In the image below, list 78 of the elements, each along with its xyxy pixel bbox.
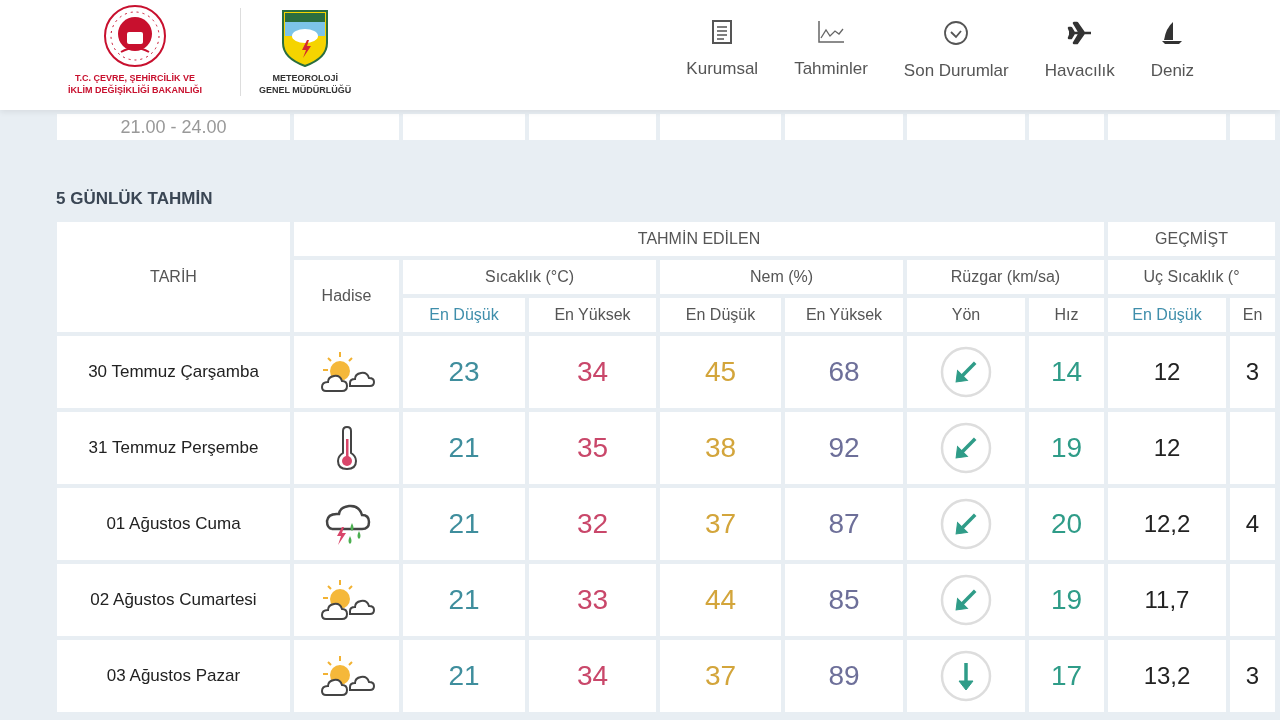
group-header: Rüzgar (km/sa) [950,267,1061,285]
wind-speed-value: 20 [1050,507,1083,539]
table-cell: 3 [1245,357,1260,385]
table-cell: 13,2 [1143,661,1191,689]
group-header: GEÇMİŞT [1155,229,1228,247]
column-header: En Düşük [1132,305,1202,323]
table-cell: 45 [704,355,737,387]
shield-logo-icon [280,8,331,68]
nav-link[interactable]: Tahminler [794,0,868,84]
table-cell: 34 [576,355,609,387]
wind-direction-icon [940,421,992,474]
table-cell: 44 [704,583,737,615]
nav-link[interactable]: Kurumsal [686,0,759,84]
table-cell: 33 [576,583,609,615]
table-cell: 37 [704,507,737,539]
table-cell: 11,7 [1144,585,1190,613]
table-cell: 37 [704,659,737,691]
table-cell: 12,2 [1143,509,1191,537]
time-range-text: 21.00 - 24.00 [120,117,227,137]
wind-direction-icon [940,345,992,398]
column-header: En Düşük [685,305,756,323]
nav-link[interactable]: Deniz [1150,0,1195,84]
table-cell: 4 [1245,509,1260,537]
table-cell: 21 [448,507,480,539]
group-header: Nem (%) [749,267,814,285]
wind-direction-icon [940,573,992,626]
wind-direction-icon [940,649,992,702]
check-circle-icon [943,20,970,46]
document-icon [712,20,733,44]
airplane-icon [1066,20,1093,46]
table-cell: 85 [828,583,860,615]
column-header: Hız [1054,305,1079,323]
thermometer-icon [334,424,359,471]
table-cell: 38 [704,431,737,463]
wind-direction-icon [940,497,992,550]
date-text: 30 Temmuz Çarşamba [88,361,259,381]
table-cell: 92 [828,431,860,463]
nav-link[interactable]: Havacılık [1044,0,1115,84]
column-header: TARİH [150,267,197,285]
table-cell: 89 [828,659,860,691]
logo-text: İKLİM DEĞİŞİKLİĞİ BAKANLIĞI [68,84,202,97]
column-header: En Yüksek [805,305,883,323]
table-cell: 12 [1153,357,1181,385]
wind-speed-value: 19 [1050,583,1083,615]
table-cell: 12 [1153,433,1181,461]
table-cell: 34 [576,659,609,691]
logo-text: GENEL MÜDÜRLÜĞÜ [259,84,352,97]
date-text: 01 Ağustos Cuma [106,513,241,533]
nav-link[interactable]: Son Durumlar [903,0,1009,84]
column-header: En Yüksek [554,305,631,323]
table-cell: 32 [576,507,609,539]
section-title: 5 GÜNLÜK TAHMİN [56,188,214,210]
table-cell: 21 [448,431,480,463]
table-cell: 68 [828,355,860,387]
date-text: 02 Ağustos Cumartesi [90,589,257,609]
chart-icon [817,20,845,44]
column-header: Hadise [321,286,372,304]
wind-speed-value: 14 [1050,355,1083,387]
wind-speed-value: 19 [1050,431,1083,463]
column-header: En [1242,305,1263,323]
table-cell: 23 [448,355,480,387]
table-cell: 35 [576,431,609,463]
table-cell: 3 [1245,661,1260,689]
date-text: 03 Ağustos Pazar [106,665,241,685]
logo-text: METEOROLOJİ [271,72,339,84]
group-header: TAHMİN EDİLEN [637,229,761,247]
table-cell: 21 [448,659,480,691]
wind-speed-value: 17 [1050,659,1083,691]
logo-text: T.C. ÇEVRE, ŞEHİRCİLİK VE [74,72,196,84]
group-header: Uç Sıcaklık (° [1143,267,1240,285]
table-cell: 87 [828,507,860,539]
sailboat-icon [1161,20,1184,46]
column-header: En Düşük [429,305,499,323]
table-cell: 21 [448,583,480,615]
group-header: Sıcaklık (°C) [484,267,575,285]
column-header: Yön [951,305,981,323]
date-text: 31 Temmuz Perşembe [88,437,259,457]
emblem-icon [103,4,167,68]
